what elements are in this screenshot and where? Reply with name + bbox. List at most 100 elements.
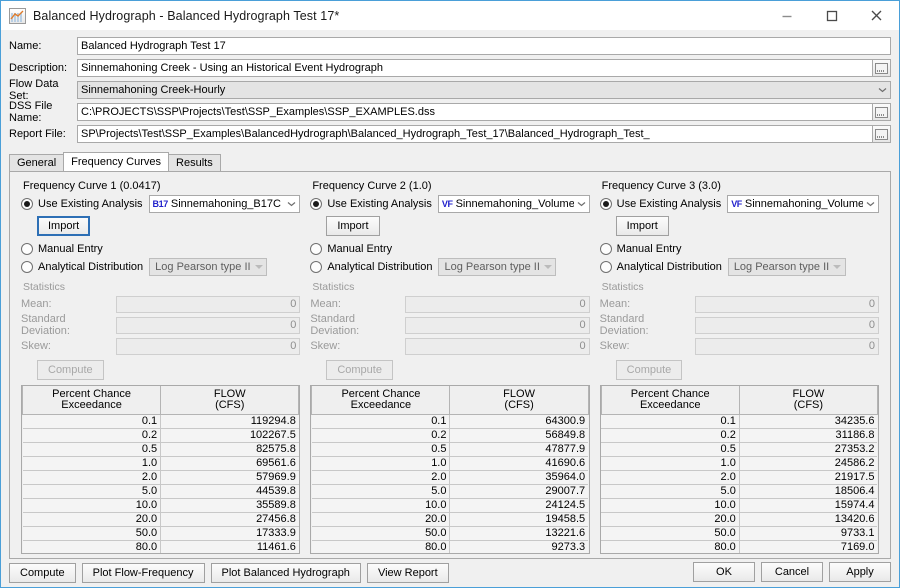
flow-cell[interactable]: 27353.2 xyxy=(738,442,878,457)
curve-3-table-container[interactable]: Percent Chance Exceedance FLOW (CFS) 0.1… xyxy=(599,385,879,554)
curve-1-analysis-select[interactable]: B17 Sinnemahoning_B17C xyxy=(148,194,301,213)
flow-cell[interactable]: 13221.6 xyxy=(449,526,589,541)
dss-file-browse-button[interactable] xyxy=(873,103,891,121)
tab-general[interactable]: General xyxy=(9,154,65,171)
flow-cell[interactable]: 102267.5 xyxy=(160,428,299,443)
curve-2-distribution-select[interactable]: Log Pearson type III xyxy=(438,257,557,276)
percent-chance-cell[interactable]: 80.0 xyxy=(311,540,451,553)
table-row[interactable]: 10.0 24124.5 xyxy=(311,498,589,513)
table-row[interactable]: 10.0 15974.4 xyxy=(601,498,878,513)
flow-cell[interactable]: 9733.1 xyxy=(738,526,878,541)
curve-3-use-existing-radio[interactable] xyxy=(599,197,612,210)
percent-chance-cell[interactable]: 0.5 xyxy=(22,442,162,457)
curve-3-stddev-field[interactable]: 0 xyxy=(694,316,879,334)
percent-chance-cell[interactable]: 0.2 xyxy=(311,428,451,443)
table-row[interactable]: 2.0 21917.5 xyxy=(601,470,878,485)
apply-button[interactable]: Apply xyxy=(829,562,891,582)
percent-chance-cell[interactable]: 0.1 xyxy=(601,414,740,429)
description-input[interactable] xyxy=(77,59,873,77)
curve-2-stddev-field[interactable]: 0 xyxy=(405,316,590,334)
curve-3-skew-field[interactable]: 0 xyxy=(694,337,879,355)
table-row[interactable]: 0.5 82575.8 xyxy=(22,442,299,457)
flow-cell[interactable]: 27456.8 xyxy=(160,512,299,527)
flow-cell[interactable]: 9273.3 xyxy=(449,540,589,553)
flow-cell[interactable]: 15974.4 xyxy=(738,498,878,513)
flow-cell[interactable]: 47877.9 xyxy=(449,442,589,457)
curve-1-analytical-row[interactable]: Analytical Distribution Log Pearson type… xyxy=(21,257,300,276)
table-row[interactable]: 80.0 7169.0 xyxy=(601,540,878,553)
percent-chance-cell[interactable]: 2.0 xyxy=(311,470,451,485)
description-browse-button[interactable] xyxy=(873,59,891,77)
curve-2-compute-button[interactable]: Compute xyxy=(326,360,393,380)
report-file-input[interactable] xyxy=(77,125,873,143)
curve-2-analytical-radio[interactable] xyxy=(310,260,323,273)
flow-cell[interactable]: 41690.6 xyxy=(449,456,589,471)
tab-results[interactable]: Results xyxy=(168,154,221,171)
curve-3-import-button[interactable]: Import xyxy=(615,216,669,236)
curve-1-manual-entry-radio[interactable] xyxy=(21,242,33,255)
percent-chance-cell[interactable]: 1.0 xyxy=(601,456,740,471)
flow-cell[interactable]: 18506.4 xyxy=(738,484,878,499)
flow-cell[interactable]: 24586.2 xyxy=(738,456,878,471)
percent-chance-cell[interactable]: 50.0 xyxy=(601,526,740,541)
table-row[interactable]: 20.0 19458.5 xyxy=(311,512,589,527)
curve-2-use-existing-row[interactable]: Use Existing Analysis VF Sinnemahoning_V… xyxy=(310,194,590,213)
percent-chance-cell[interactable]: 80.0 xyxy=(601,540,740,553)
curve-1-use-existing-row[interactable]: Use Existing Analysis B17 Sinnemahoning_… xyxy=(21,194,301,213)
tab-frequency-curves[interactable]: Frequency Curves xyxy=(63,152,170,171)
table-row[interactable]: 5.0 18506.4 xyxy=(601,484,878,499)
flow-cell[interactable]: 119294.8 xyxy=(160,414,299,429)
flow-cell[interactable]: 11461.6 xyxy=(160,540,299,553)
footer-compute-button[interactable]: Compute xyxy=(9,563,76,583)
table-row[interactable]: 5.0 44539.8 xyxy=(22,484,299,499)
curve-2-import-button[interactable]: Import xyxy=(326,216,380,236)
percent-chance-cell[interactable]: 20.0 xyxy=(22,512,162,527)
cancel-button[interactable]: Cancel xyxy=(761,562,823,582)
curve-1-stddev-field[interactable]: 0 xyxy=(116,316,301,334)
table-row[interactable]: 50.0 17333.9 xyxy=(22,526,299,541)
curve-2-manual-entry-radio[interactable] xyxy=(310,242,323,255)
flow-cell[interactable]: 64300.9 xyxy=(449,414,589,429)
curve-3-manual-entry-radio[interactable] xyxy=(599,242,612,255)
flow-cell[interactable]: 13420.6 xyxy=(738,512,878,527)
flow-cell[interactable]: 35589.8 xyxy=(160,498,299,513)
curve-2-analysis-select[interactable]: VF Sinnemahoning_VolumeFrequency xyxy=(437,194,590,213)
curve-3-mean-field[interactable]: 0 xyxy=(694,295,879,313)
table-row[interactable]: 50.0 9733.1 xyxy=(601,526,878,541)
curve-2-mean-field[interactable]: 0 xyxy=(405,295,590,313)
table-row[interactable]: 0.1 34235.6 xyxy=(601,414,878,429)
curve-3-manual-entry-row[interactable]: Manual Entry xyxy=(599,240,879,257)
percent-chance-cell[interactable]: 50.0 xyxy=(22,526,162,541)
table-row[interactable]: 1.0 69561.6 xyxy=(22,456,299,471)
percent-chance-cell[interactable]: 20.0 xyxy=(601,512,740,527)
table-row[interactable]: 0.2 56849.8 xyxy=(311,428,589,443)
view-report-button[interactable]: View Report xyxy=(366,563,449,583)
percent-chance-cell[interactable]: 1.0 xyxy=(22,456,162,471)
curve-1-compute-button[interactable]: Compute xyxy=(37,360,104,380)
curve-3-analytical-radio[interactable] xyxy=(599,260,612,273)
flow-data-set-select[interactable]: Sinnemahoning Creek-Hourly xyxy=(77,81,891,99)
percent-chance-cell[interactable]: 1.0 xyxy=(311,456,451,471)
percent-chance-cell[interactable]: 50.0 xyxy=(311,526,451,541)
curve-1-distribution-select[interactable]: Log Pearson type III xyxy=(149,257,268,276)
percent-chance-cell[interactable]: 0.1 xyxy=(311,414,451,429)
name-input[interactable] xyxy=(77,37,891,55)
table-row[interactable]: 0.5 47877.9 xyxy=(311,442,589,457)
flow-cell[interactable]: 35964.0 xyxy=(449,470,589,485)
percent-chance-cell[interactable]: 0.2 xyxy=(601,428,740,443)
flow-cell[interactable]: 17333.9 xyxy=(160,526,299,541)
table-row[interactable]: 1.0 24586.2 xyxy=(601,456,878,471)
flow-cell[interactable]: 19458.5 xyxy=(449,512,589,527)
table-row[interactable]: 10.0 35589.8 xyxy=(22,498,299,513)
percent-chance-cell[interactable]: 5.0 xyxy=(601,484,740,499)
flow-cell[interactable]: 57969.9 xyxy=(160,470,299,485)
table-row[interactable]: 20.0 13420.6 xyxy=(601,512,878,527)
table-row[interactable]: 0.2 102267.5 xyxy=(22,428,299,443)
curve-2-skew-field[interactable]: 0 xyxy=(405,337,590,355)
table-row[interactable]: 2.0 57969.9 xyxy=(22,470,299,485)
curve-2-manual-entry-row[interactable]: Manual Entry xyxy=(310,240,589,257)
plot-flow-frequency-button[interactable]: Plot Flow-Frequency xyxy=(81,563,205,583)
flow-cell[interactable]: 7169.0 xyxy=(738,540,878,553)
percent-chance-cell[interactable]: 10.0 xyxy=(311,498,451,513)
percent-chance-cell[interactable]: 10.0 xyxy=(22,498,162,513)
